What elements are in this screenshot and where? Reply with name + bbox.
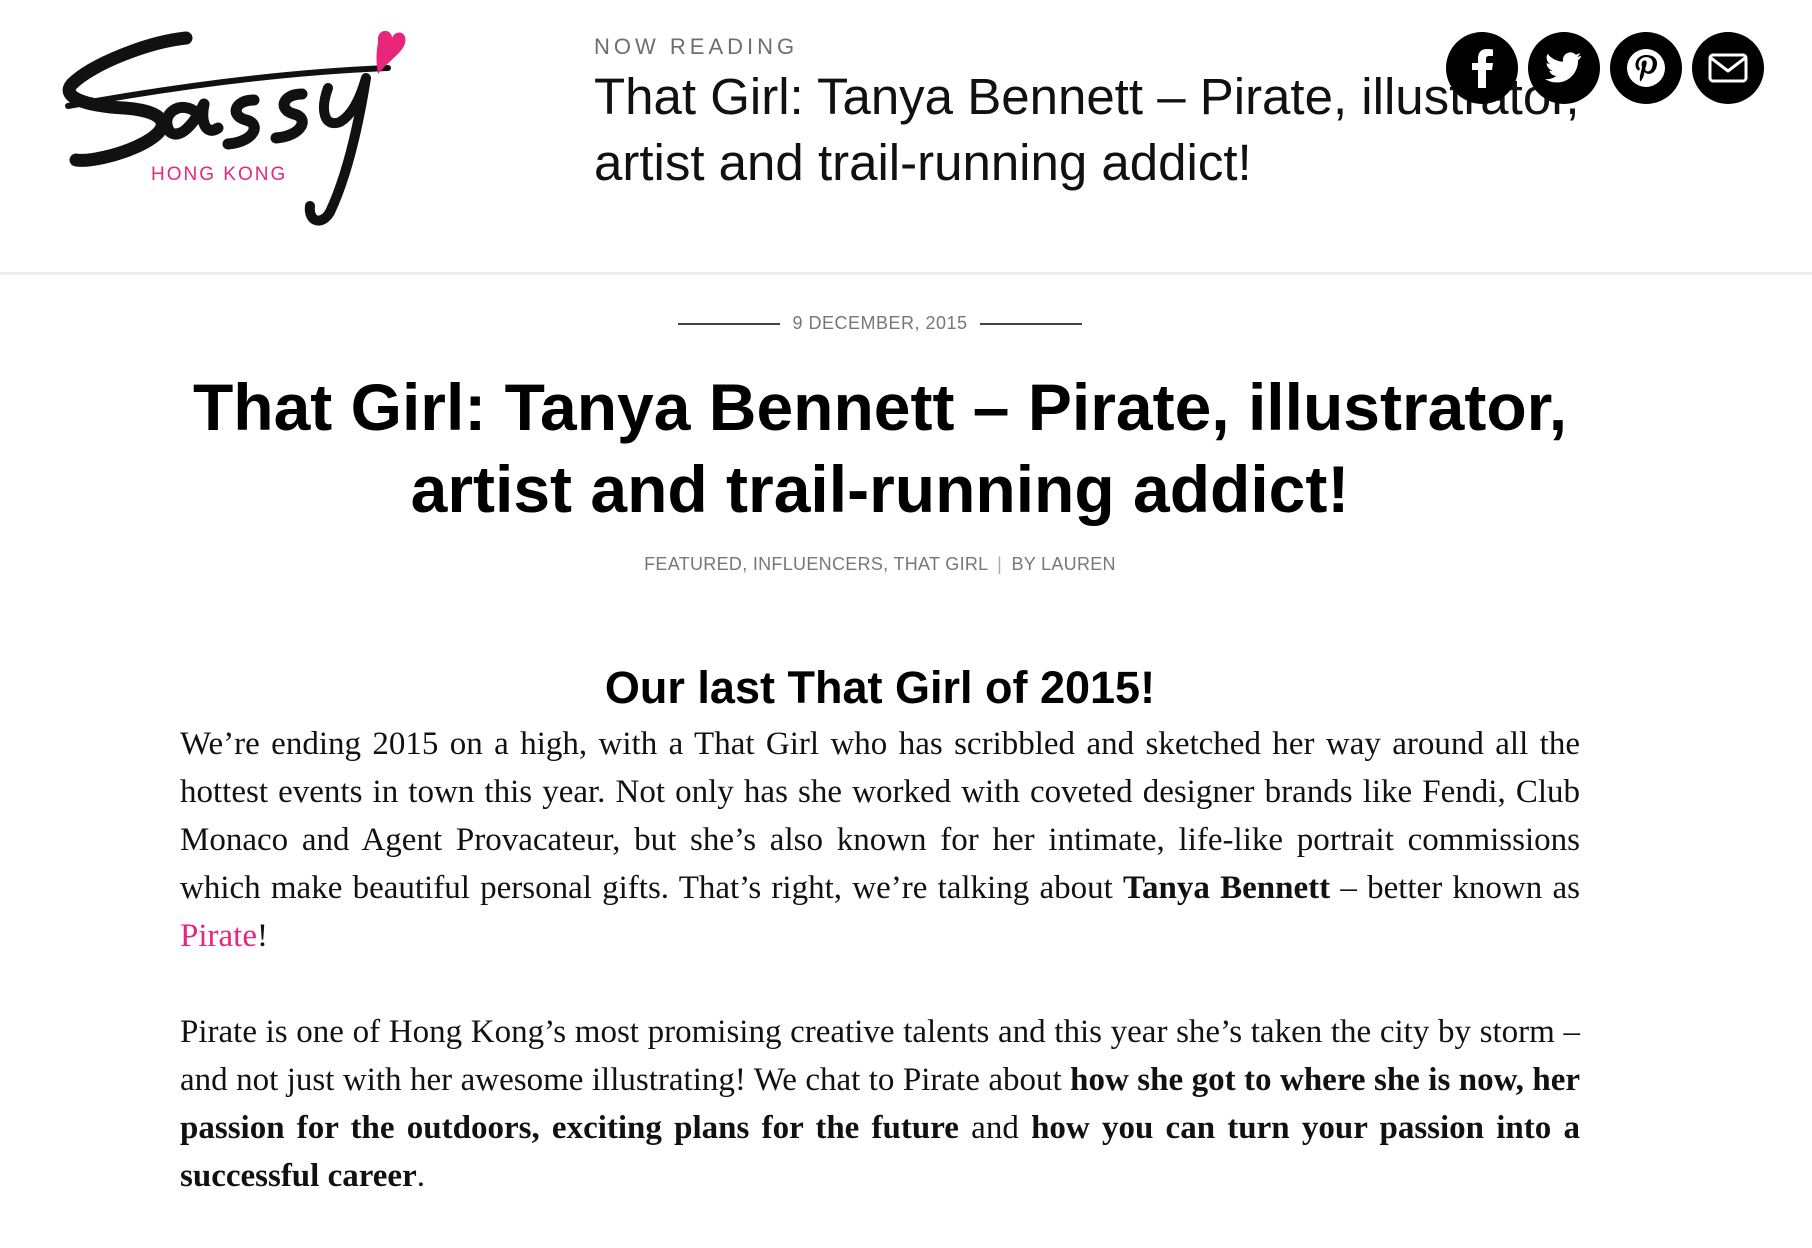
date-divider-left <box>678 322 781 325</box>
category-link-influencers[interactable]: INFLUENCERS <box>753 554 883 574</box>
category-link-that-girl[interactable]: THAT GIRL <box>893 554 987 574</box>
category-comma: , <box>742 554 753 574</box>
article-title: That Girl: Tanya Bennett – Pirate, illus… <box>130 366 1630 530</box>
paragraph-1-end: ! <box>256 918 268 954</box>
now-reading: NOW READING That Girl: Tanya Bennett – P… <box>594 32 1580 196</box>
facebook-icon <box>1472 49 1493 88</box>
paragraph-1: We’re ending 2015 on a high, with a That… <box>180 720 1580 960</box>
author-byline[interactable]: BY LAUREN <box>1011 554 1115 574</box>
heart-icon <box>376 30 406 74</box>
article-body: We’re ending 2015 on a high, with a That… <box>180 720 1580 1248</box>
sassy-hong-kong-logo[interactable]: HONG KONG <box>58 28 458 238</box>
article-subhead: Our last That Girl of 2015! <box>604 662 1156 713</box>
pirate-link[interactable]: Pirate <box>180 918 257 954</box>
paragraph-2-middle: and <box>958 1110 1032 1146</box>
sassy-wordmark-graphic <box>62 30 406 226</box>
article-date-row: 9 DECEMBER, 2015 <box>0 313 1760 334</box>
pinterest-share-button[interactable] <box>1610 32 1682 104</box>
category-comma: , <box>883 554 894 574</box>
article-title-line2: artist and trail-running addict! <box>410 452 1350 526</box>
article-date: 9 DECEMBER, 2015 <box>792 313 968 333</box>
bold-name: Tanya Bennett <box>1123 870 1331 906</box>
date-divider-right <box>979 322 1082 325</box>
paragraph-2-end: . <box>416 1158 425 1194</box>
envelope-icon <box>1708 53 1748 83</box>
meta-separator: | <box>997 554 1003 574</box>
now-reading-title: That Girl: Tanya Bennett – Pirate, illus… <box>594 68 1580 191</box>
paragraph-1-middle: – better known as <box>1330 870 1580 906</box>
category-link-featured[interactable]: FEATURED <box>644 554 742 574</box>
article-meta: FEATURED, INFLUENCERS, THAT GIRL | BY LA… <box>0 554 1760 575</box>
pinterest-icon <box>1627 49 1665 87</box>
logo-subtitle: HONG KONG <box>151 164 288 185</box>
twitter-icon <box>1545 52 1582 83</box>
email-share-button[interactable] <box>1692 32 1764 104</box>
article-title-line1: That Girl: Tanya Bennett – Pirate, illus… <box>192 370 1568 444</box>
now-reading-label: NOW READING <box>594 34 799 59</box>
paragraph-2: Pirate is one of Hong Kong’s most promis… <box>180 1008 1580 1200</box>
share-buttons <box>1446 32 1764 104</box>
facebook-share-button[interactable] <box>1446 32 1518 104</box>
twitter-share-button[interactable] <box>1528 32 1600 104</box>
site-header: HONG KONG NOW READING That Girl: Tanya B… <box>0 0 1812 275</box>
